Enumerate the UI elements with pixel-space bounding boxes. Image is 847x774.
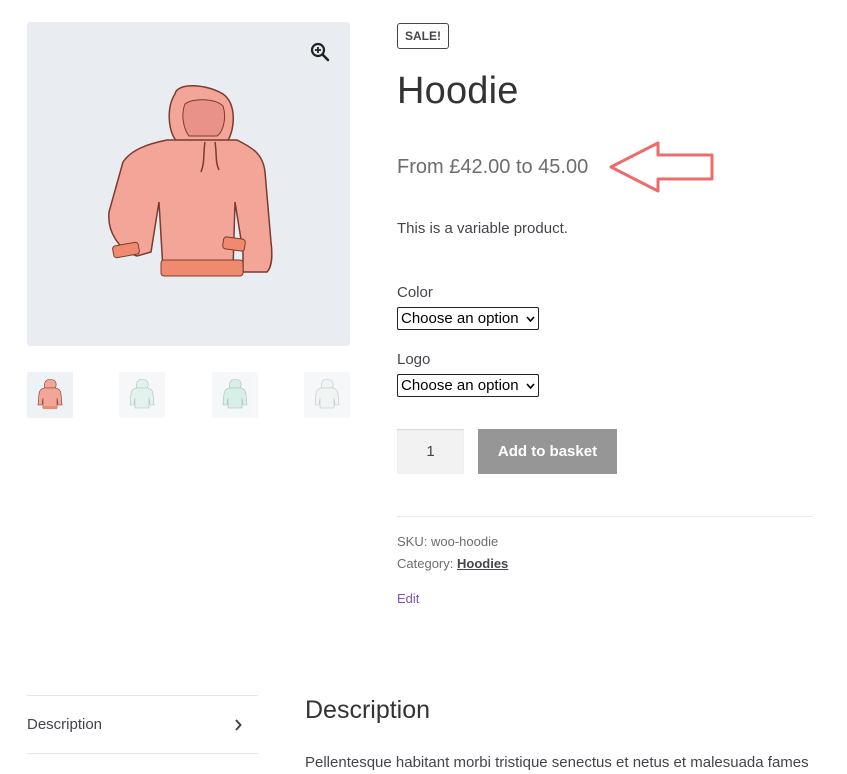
gallery-thumbnail[interactable] [304, 372, 350, 418]
short-description: This is a variable product. [397, 220, 568, 237]
sale-badge: SALE! [397, 23, 449, 49]
sku-label: SKU: [397, 534, 428, 549]
divider [397, 516, 813, 517]
category-label: Category: [397, 556, 454, 571]
gallery-thumbnail[interactable] [212, 372, 258, 418]
gallery-thumbnail[interactable] [27, 372, 73, 418]
description-panel-title: Description [305, 696, 431, 724]
logo-select[interactable]: Choose an option [397, 374, 539, 397]
zoom-in-icon [310, 42, 330, 62]
logo-select-value: Choose an option [401, 377, 519, 394]
edit-link[interactable]: Edit [397, 591, 419, 606]
product-title: Hoodie [397, 70, 519, 112]
variation-label-logo: Logo [397, 351, 431, 368]
hoodie-thumbnail-image [222, 379, 248, 409]
tab-label: Description [27, 716, 103, 733]
description-panel-text: Pellentesque habitant morbi tristique se… [305, 754, 809, 771]
hoodie-thumbnail-image [314, 379, 340, 409]
color-select-value: Choose an option [401, 310, 519, 327]
color-select[interactable]: Choose an option [397, 307, 539, 330]
quantity-input[interactable]: 1 [397, 429, 464, 474]
product-main-image[interactable] [27, 22, 350, 346]
product-category: Category: Hoodies [397, 555, 508, 573]
chevron-down-icon [525, 382, 535, 389]
hoodie-illustration [108, 85, 273, 277]
tab-divider [27, 753, 258, 754]
product-sku: SKU: woo-hoodie [397, 533, 498, 551]
add-to-basket-button[interactable]: Add to basket [478, 429, 617, 474]
hoodie-thumbnail-image [37, 379, 63, 409]
category-link[interactable]: Hoodies [457, 556, 508, 571]
zoom-button[interactable] [306, 38, 334, 66]
chevron-right-icon [230, 718, 246, 731]
tab-description[interactable]: Description [27, 696, 258, 753]
annotation-arrow-icon [609, 141, 714, 193]
variation-label-color: Color [397, 284, 433, 301]
product-price: From £42.00 to 45.00 [397, 156, 589, 178]
hoodie-thumbnail-image [129, 379, 155, 409]
chevron-down-icon [525, 315, 535, 322]
sku-value: woo-hoodie [430, 534, 499, 549]
gallery-thumbnail[interactable] [119, 372, 165, 418]
